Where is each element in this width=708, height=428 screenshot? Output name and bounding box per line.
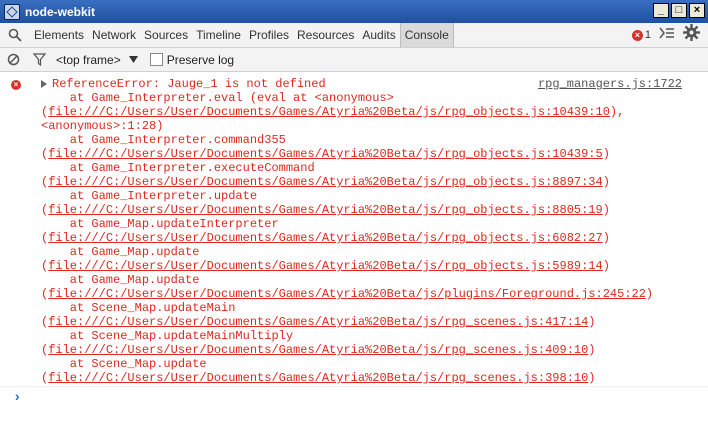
stack-trace-line: at Game_Map.updateInterpreter — [41, 217, 691, 231]
settings-gear-icon[interactable] — [683, 24, 700, 46]
tab-elements[interactable]: Elements — [30, 23, 88, 47]
stack-trace-line: (file:///C:/Users/User/Documents/Games/A… — [41, 315, 691, 329]
tab-sources[interactable]: Sources — [140, 23, 192, 47]
stack-trace-line: (file:///C:/Users/User/Documents/Games/A… — [41, 343, 691, 357]
file-link[interactable]: file:///C:/Users/User/Documents/Games/At… — [48, 259, 603, 273]
paren-close: ) — [645, 287, 654, 301]
tab-timeline[interactable]: Timeline — [192, 23, 245, 47]
stack-trace-line: at Game_Map.update — [41, 273, 691, 287]
stack-trace-line: at Scene_Map.updateMainMultiply — [41, 329, 691, 343]
tab-profiles[interactable]: Profiles — [245, 23, 293, 47]
tab-audits[interactable]: Audits — [358, 23, 399, 47]
stack-trace-line: at Game_Interpreter.eval (eval at <anony… — [41, 91, 691, 105]
stack-trace-line: (file:///C:/Users/User/Documents/Games/A… — [41, 105, 691, 119]
error-count-badge[interactable]: × 1 — [631, 29, 651, 41]
tab-console[interactable]: Console — [399, 23, 454, 47]
file-link[interactable]: file:///C:/Users/User/Documents/Games/At… — [48, 287, 646, 301]
close-button[interactable]: × — [689, 3, 705, 18]
stack-trace-text: at Game_Map.update — [41, 245, 200, 259]
stack-trace-text: at Game_Map.update — [41, 273, 200, 287]
maximize-button[interactable]: □ — [671, 3, 687, 18]
paren-close: ) — [588, 371, 596, 385]
window-controls: _ □ × — [653, 3, 705, 18]
tabbar-actions: × 1 — [631, 23, 700, 47]
stack-trace-text: at Game_Interpreter.eval (eval at <anony… — [41, 91, 394, 105]
file-link[interactable]: file:///C:/Users/User/Documents/Games/At… — [48, 105, 610, 119]
paren-close: ) — [588, 315, 596, 329]
file-link[interactable]: file:///C:/Users/User/Documents/Games/At… — [48, 371, 588, 385]
stack-trace-line: (file:///C:/Users/User/Documents/Games/A… — [41, 259, 691, 273]
stack-trace-line: (file:///C:/Users/User/Documents/Games/A… — [41, 147, 691, 161]
frame-selector-label: <top frame> — [56, 52, 121, 67]
file-link[interactable]: file:///C:/Users/User/Documents/Games/At… — [48, 343, 588, 357]
console-toolbar: <top frame> Preserve log — [0, 48, 708, 72]
stack-trace-text: at Scene_Map.updateMainMultiply — [41, 329, 294, 343]
preserve-log-label: Preserve log — [166, 52, 235, 67]
stack-trace-text: at Scene_Map.update — [41, 357, 207, 371]
console-output: × rpg_managers.js:1722 ReferenceError: J… — [0, 72, 708, 428]
stack-trace-line: ReferenceError: Jauge_1 is not defined — [41, 77, 691, 91]
frame-selector[interactable]: <top frame> — [56, 53, 138, 67]
paren-close: ) — [602, 231, 610, 245]
file-link[interactable]: file:///C:/Users/User/Documents/Games/At… — [48, 315, 588, 329]
file-link[interactable]: file:///C:/Users/User/Documents/Games/At… — [48, 203, 603, 217]
devtools-tab-bar: Elements Network Sources Timeline Profil… — [0, 23, 708, 48]
inspect-search-icon[interactable] — [0, 23, 30, 47]
stack-trace-line: (file:///C:/Users/User/Documents/Games/A… — [41, 175, 691, 189]
tab-resources[interactable]: Resources — [293, 23, 358, 47]
paren-close: ) — [602, 175, 610, 189]
stack-trace-text: <anonymous>:1:28) — [41, 119, 164, 133]
stack-trace-text: ReferenceError: Jauge_1 is not defined — [52, 77, 326, 91]
error-count: 1 — [644, 29, 651, 41]
stack-trace-line: at Game_Interpreter.command355 — [41, 133, 691, 147]
chevron-down-icon — [128, 56, 138, 63]
stack-trace-line: (file:///C:/Users/User/Documents/Games/A… — [41, 287, 691, 301]
stack-trace-line: (file:///C:/Users/User/Documents/Games/A… — [41, 203, 691, 217]
stack-trace-line: at Scene_Map.updateMain — [41, 301, 691, 315]
stack-trace-text: at Game_Interpreter.update — [41, 189, 258, 203]
stack-trace-line: at Game_Interpreter.update — [41, 189, 691, 203]
paren-close: ) — [588, 343, 596, 357]
stack-trace-text: at Game_Interpreter.command355 — [41, 133, 286, 147]
app-icon — [4, 3, 20, 20]
tab-network[interactable]: Network — [88, 23, 140, 47]
file-link[interactable]: file:///C:/Users/User/Documents/Games/At… — [48, 175, 603, 189]
paren-close: ) — [602, 203, 610, 217]
title-bar: node-webkit _ □ × — [0, 0, 708, 23]
window-title: node-webkit — [25, 4, 96, 19]
stack-trace-line: at Scene_Map.update — [41, 357, 691, 371]
clear-console-icon[interactable] — [0, 48, 26, 71]
file-link[interactable]: file:///C:/Users/User/Documents/Games/At… — [48, 147, 603, 161]
stack-trace-line: <anonymous>:1:28) — [41, 119, 691, 133]
stack-trace-line: (file:///C:/Users/User/Documents/Games/A… — [41, 231, 691, 245]
stack-trace-line: at Game_Interpreter.executeCommand — [41, 161, 691, 175]
error-icon: × — [631, 29, 643, 41]
stack-trace-line: at Game_Map.update — [41, 245, 691, 259]
paren-close: ) — [602, 259, 610, 273]
stack-trace-text: at Game_Map.updateInterpreter — [41, 217, 279, 231]
preserve-log-checkbox[interactable] — [149, 53, 163, 66]
file-link[interactable]: file:///C:/Users/User/Documents/Games/At… — [48, 231, 603, 245]
console-prompt[interactable]: › — [13, 390, 21, 406]
paren-close: ) — [602, 147, 610, 161]
minimize-button[interactable]: _ — [653, 3, 669, 18]
stack-trace-line: (file:///C:/Users/User/Documents/Games/A… — [41, 371, 691, 385]
stack-trace: ReferenceError: Jauge_1 is not defined a… — [41, 77, 691, 385]
stack-trace-text: at Scene_Map.updateMain — [41, 301, 236, 315]
paren-close: ), — [609, 105, 625, 119]
devtools-window: node-webkit _ □ × Elements Network Sourc… — [0, 0, 708, 428]
error-icon: × — [11, 80, 21, 90]
drawer-toggle-icon[interactable] — [659, 26, 675, 45]
error-message: × rpg_managers.js:1722 ReferenceError: J… — [0, 74, 708, 387]
filter-icon[interactable] — [26, 48, 52, 71]
stack-trace-text: at Game_Interpreter.executeCommand — [41, 161, 315, 175]
